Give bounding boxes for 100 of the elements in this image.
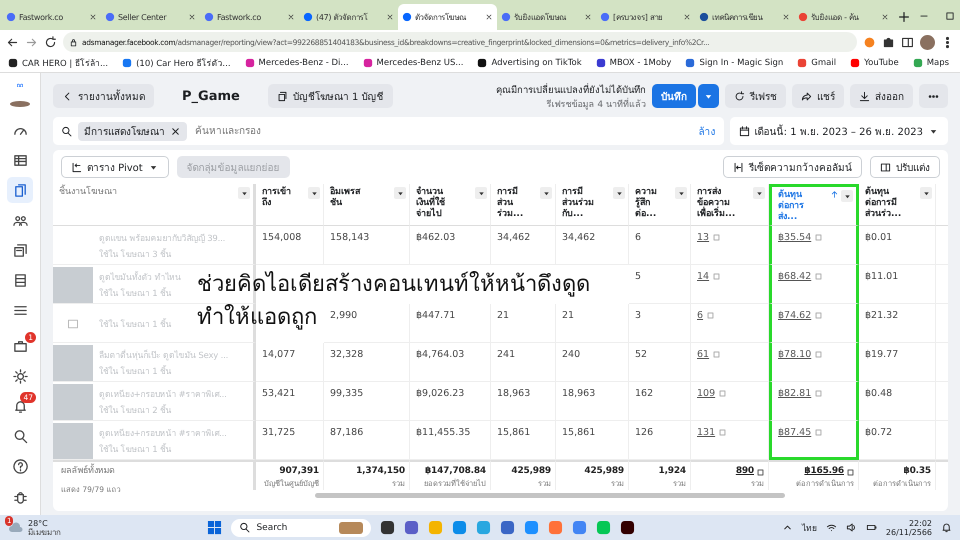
column-header[interactable]: การส่ง ข้อความ เพื่อเริ่ม... bbox=[691, 184, 769, 226]
column-header[interactable]: อิมเพรส ชัน bbox=[324, 184, 410, 226]
filter-chip[interactable]: มีการแสดงโฆษณา bbox=[78, 122, 187, 140]
metric-link[interactable]: 13 bbox=[697, 232, 710, 243]
metric-link[interactable]: ฿82.81 bbox=[778, 388, 812, 399]
close-icon[interactable] bbox=[287, 13, 295, 21]
bell-icon[interactable] bbox=[941, 522, 952, 533]
table-cell: 162 bbox=[635, 388, 654, 399]
metric-link[interactable]: ฿87.45 bbox=[778, 427, 812, 438]
column-header[interactable]: การเข้า ถึง bbox=[256, 184, 324, 226]
column-header[interactable]: จำนวน เงินที่ใช้ จ่ายไป bbox=[410, 184, 491, 226]
search-field[interactable]: มีการแสดงโฆษณา ค้นหาและกรอง ล้าง bbox=[53, 117, 724, 145]
windows-start-icon[interactable] bbox=[207, 520, 222, 535]
tab-favicon-icon bbox=[699, 12, 709, 22]
user-avatar[interactable] bbox=[10, 100, 30, 107]
metric-link[interactable]: ฿68.42 bbox=[778, 271, 812, 282]
speaker-icon[interactable] bbox=[846, 522, 857, 533]
close-icon[interactable] bbox=[485, 13, 493, 21]
close-icon[interactable] bbox=[188, 13, 196, 21]
save-button[interactable]: บันทึก bbox=[652, 84, 696, 108]
metric-link[interactable]: 131 bbox=[697, 427, 716, 438]
close-icon[interactable] bbox=[782, 13, 790, 21]
toolbar-button[interactable]: รีเซ็ตความกว้างคอลัมน์ bbox=[723, 156, 862, 178]
pivot-icon bbox=[71, 162, 82, 172]
bookmark[interactable]: Sign In - Magic Sign bbox=[685, 58, 784, 68]
nav-item[interactable] bbox=[7, 177, 33, 203]
back-icon[interactable] bbox=[6, 36, 19, 48]
close-icon[interactable] bbox=[386, 13, 394, 21]
close-icon[interactable] bbox=[584, 13, 592, 21]
bookmark[interactable]: Maps bbox=[912, 58, 950, 68]
battery-icon[interactable] bbox=[866, 522, 877, 533]
browser-tab[interactable]: [ครบวงจร] สาย bbox=[596, 4, 695, 30]
total-value: ฿0.35 bbox=[904, 466, 931, 476]
browser-tab[interactable]: Seller Center bbox=[101, 4, 200, 30]
browser-tab[interactable]: รับยิงแอดโฆษณ bbox=[497, 4, 596, 30]
column-menu-button[interactable] bbox=[920, 187, 932, 199]
save-dropdown-button[interactable] bbox=[698, 84, 719, 108]
small-square-icon bbox=[815, 351, 822, 358]
column-menu-button[interactable] bbox=[841, 190, 853, 202]
column-menu-button[interactable] bbox=[613, 187, 625, 199]
metric-link[interactable]: 109 bbox=[697, 388, 716, 399]
reload-icon[interactable] bbox=[44, 36, 57, 48]
column-header[interactable]: การมี ส่วน ร่วม... bbox=[491, 184, 556, 226]
bookmark[interactable]: Mercedes-Benz - Di... bbox=[244, 58, 349, 68]
more-button[interactable] bbox=[919, 84, 948, 108]
wifi-icon[interactable] bbox=[826, 522, 837, 533]
column-menu-button[interactable] bbox=[238, 187, 250, 199]
bookmark[interactable]: Mercedes-Benz US... bbox=[362, 58, 464, 68]
column-menu-button[interactable] bbox=[394, 187, 406, 199]
sidebar-icon[interactable] bbox=[901, 36, 914, 48]
accounts-button[interactable]: บัญชีโฆษณา 1 บัญชี bbox=[268, 84, 393, 108]
forward-icon[interactable] bbox=[25, 36, 38, 48]
clear-link[interactable]: ล้าง bbox=[698, 124, 716, 138]
metric-link[interactable]: 14 bbox=[697, 271, 710, 282]
browser-tab[interactable]: เทคนิคการเขียน bbox=[695, 4, 794, 30]
browser-tab[interactable]: Fastwork.co bbox=[200, 4, 299, 30]
metric-link[interactable]: ฿35.54 bbox=[778, 232, 812, 243]
column-header[interactable]: ความ รู้สึก ต่อ... bbox=[629, 184, 691, 226]
bookmark[interactable]: MBOX - 1Moby bbox=[596, 58, 672, 68]
toolbar-button[interactable]: ปรับแต่ง bbox=[870, 156, 940, 178]
column-header[interactable]: การมี ส่วนร่วม กับ... bbox=[556, 184, 629, 226]
column-header[interactable]: ชิ้นงานโฆษณา bbox=[53, 184, 256, 226]
browser-tab[interactable]: รับยิงแอด - ค้น bbox=[794, 4, 893, 30]
metric-link[interactable]: ฿78.10 bbox=[778, 349, 812, 360]
close-icon[interactable] bbox=[881, 13, 889, 21]
column-header[interactable]: ต้นทุน ต่อการ ส่ง... bbox=[769, 184, 859, 226]
column-header[interactable]: ต้นทุน ต่อการมี ส่วนร่ว... bbox=[859, 184, 936, 226]
profile-avatar[interactable] bbox=[920, 34, 935, 50]
action-button[interactable]: รีเฟรช bbox=[725, 84, 786, 108]
photo-placeholder bbox=[53, 384, 93, 420]
bookmark[interactable]: Advertising on TikTok bbox=[477, 58, 582, 68]
back-button[interactable]: รายงานทั้งหมด bbox=[53, 84, 154, 108]
metric-link[interactable]: 6 bbox=[697, 310, 704, 321]
bookmark[interactable]: Gmail bbox=[797, 58, 836, 68]
column-menu-button[interactable] bbox=[308, 187, 320, 199]
horizontal-scrollbar[interactable] bbox=[315, 493, 785, 498]
browser-tab[interactable]: ตัวจัดการโฆษณ bbox=[398, 4, 497, 30]
toolbar-button[interactable]: ตาราง Pivot bbox=[61, 156, 169, 178]
metric-link[interactable]: ฿74.62 bbox=[778, 310, 812, 321]
close-icon[interactable] bbox=[89, 13, 97, 21]
clock[interactable]: 22:02 26/11/2566 bbox=[886, 518, 932, 536]
new-tab-icon[interactable] bbox=[897, 10, 911, 24]
browser-tab[interactable]: Fastwork.co bbox=[2, 4, 101, 30]
bookmark[interactable]: YouTube bbox=[850, 58, 899, 68]
action-button[interactable]: ส่งออก bbox=[850, 84, 913, 108]
maximize-icon[interactable] bbox=[945, 11, 955, 21]
language-indicator[interactable]: ไทย bbox=[802, 520, 817, 534]
browser-tab[interactable]: (47) ตัวจัดการโ bbox=[299, 4, 398, 30]
taskbar-search-field[interactable]: Search bbox=[231, 518, 372, 536]
action-button[interactable]: แชร์ bbox=[792, 84, 844, 108]
date-range-button[interactable]: เดือนนี้: 1 พ.ย. 2023 – 26 พ.ย. 2023 bbox=[730, 117, 948, 145]
metric-link[interactable]: 61 bbox=[697, 349, 710, 360]
column-menu-button[interactable] bbox=[753, 187, 765, 199]
column-menu-button[interactable] bbox=[475, 187, 487, 199]
column-menu-button[interactable] bbox=[540, 187, 552, 199]
total-value: 890 bbox=[736, 466, 764, 476]
column-menu-button[interactable] bbox=[675, 187, 687, 199]
bookmark[interactable]: CAR HERO | ธีโร่ล้า... bbox=[8, 56, 108, 70]
close-icon[interactable] bbox=[683, 13, 691, 21]
bookmark[interactable]: (10) Car Hero ธีโร่ตัว... bbox=[122, 56, 231, 70]
